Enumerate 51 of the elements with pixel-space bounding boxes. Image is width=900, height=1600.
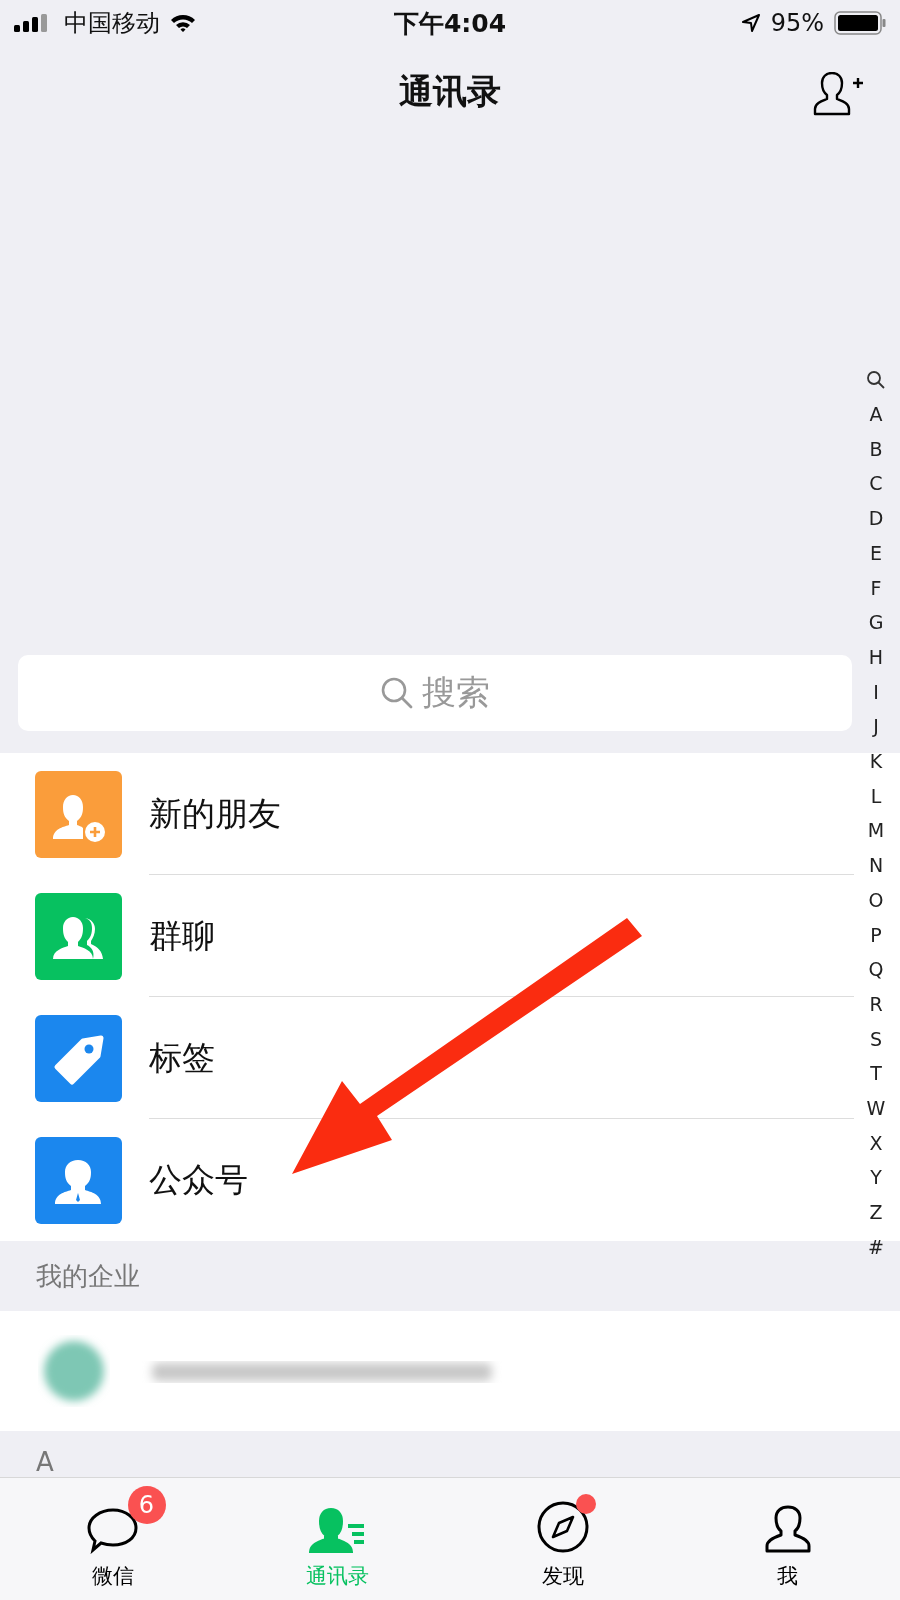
- search-icon: [380, 676, 414, 710]
- index-letter[interactable]: R: [869, 986, 883, 1022]
- section-header: A: [36, 1447, 54, 1477]
- menu-label: 公众号: [149, 1158, 248, 1201]
- index-letter[interactable]: B: [869, 431, 883, 467]
- location-icon: [740, 13, 761, 33]
- index-letter[interactable]: T: [870, 1056, 882, 1092]
- index-letter[interactable]: A: [869, 397, 883, 432]
- index-letter[interactable]: M: [867, 813, 885, 849]
- tab[interactable]: 我: [675, 1478, 900, 1600]
- menu-label: 新的朋友: [149, 792, 281, 835]
- index-letter[interactable]: D: [868, 501, 884, 536]
- menu-item[interactable]: 公众号: [0, 1119, 854, 1241]
- search-icon[interactable]: [866, 370, 886, 390]
- index-letter[interactable]: Z: [869, 1195, 883, 1230]
- compass-icon: [535, 1500, 590, 1554]
- index-letter[interactable]: J: [873, 709, 879, 745]
- wifi-icon: [170, 14, 196, 32]
- section-header: 我的企业: [36, 1259, 140, 1293]
- index-letter[interactable]: F: [870, 570, 882, 606]
- index-letter[interactable]: P: [870, 917, 882, 953]
- menu-item[interactable]: 新的朋友: [0, 753, 854, 875]
- menu-label: 群聊: [149, 914, 215, 957]
- index-letter[interactable]: N: [868, 848, 884, 883]
- index-letter[interactable]: C: [869, 466, 883, 502]
- index-letter[interactable]: S: [869, 1021, 883, 1057]
- battery-icon: [834, 11, 886, 35]
- index-letter[interactable]: L: [870, 778, 882, 814]
- menu-label: 标签: [149, 1036, 215, 1079]
- status-time: 下午4:04: [393, 7, 507, 40]
- index-letter[interactable]: Y: [870, 1160, 882, 1196]
- index-letter[interactable]: Q: [868, 952, 884, 987]
- index-letter[interactable]: O: [868, 882, 884, 918]
- index-letter[interactable]: E: [870, 535, 882, 571]
- battery-percent: 95%: [770, 9, 824, 37]
- index-letter[interactable]: X: [869, 1125, 883, 1161]
- index-letter[interactable]: #: [868, 1229, 884, 1265]
- menu-item[interactable]: 标签: [0, 997, 854, 1119]
- index-letter[interactable]: K: [869, 744, 883, 779]
- unread-badge: 6: [127, 1486, 166, 1524]
- carrier-name: 中国移动: [64, 8, 160, 39]
- index-letter[interactable]: W: [866, 1091, 886, 1126]
- page-title: 通讯录: [399, 70, 501, 113]
- chat-icon: [85, 1506, 140, 1554]
- index-letter[interactable]: G: [868, 605, 884, 640]
- menu-item[interactable]: 群聊: [0, 875, 854, 997]
- tab[interactable]: 发现: [450, 1478, 675, 1600]
- index-letter[interactable]: H: [868, 639, 884, 675]
- index-letter[interactable]: I: [873, 674, 879, 710]
- add-contact-icon[interactable]: [812, 72, 864, 116]
- tab[interactable]: 6 微信: [0, 1478, 225, 1600]
